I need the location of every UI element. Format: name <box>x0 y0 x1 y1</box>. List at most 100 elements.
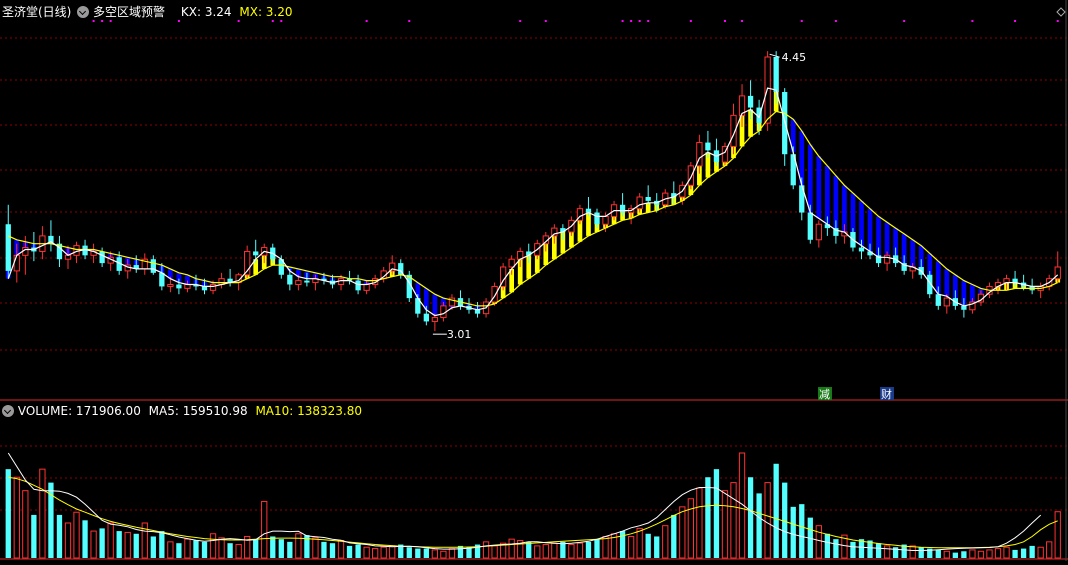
restore-diamond-icon[interactable] <box>1056 7 1066 17</box>
volume-bar-down <box>961 551 967 558</box>
candle-body-up <box>431 317 439 322</box>
volume-bar-up <box>13 476 20 559</box>
kline-chart-window: 4.45 3.01 减 财 圣济堂(日线) 多空区域预警 KX: 3.24 MX: 3… <box>0 0 1068 561</box>
volume-panel-header: VOLUME: 171906.00 MA5: 159510.98 MA10: 1… <box>2 404 362 418</box>
top-marker-dot <box>237 20 240 22</box>
volume-bar-down <box>415 548 421 558</box>
volume-bar-down <box>287 541 293 558</box>
volume-bar-down <box>756 493 762 558</box>
kx-value: KX: 3.24 <box>180 5 232 19</box>
stock-name: 圣济堂(日线) <box>2 5 72 19</box>
volume-bar-up <box>235 544 242 559</box>
volume-bar-up <box>636 527 643 559</box>
volume-bar-up <box>568 544 575 559</box>
volume-bar-up <box>662 525 669 559</box>
top-marker-dot <box>621 20 624 22</box>
event-flag-label: 财 <box>881 387 892 401</box>
volume-bar-up <box>431 549 439 559</box>
volume-ma10-line <box>8 476 1058 549</box>
volume-bar-down <box>329 543 336 558</box>
top-marker-row <box>92 20 1059 22</box>
volume-bar-down <box>875 543 882 558</box>
volume-bar-up <box>551 542 558 559</box>
volume-bar-down <box>1020 548 1027 558</box>
volume-bar-down <box>773 463 779 558</box>
volume-bar-up <box>721 490 729 559</box>
candle-body-down <box>287 274 293 285</box>
volume-bar-down <box>833 539 839 558</box>
candle-body-up <box>883 254 891 264</box>
top-marker-dot <box>638 20 641 22</box>
candle-body-down <box>5 224 11 271</box>
volume-bar-up <box>687 498 694 559</box>
candle-body-up <box>943 297 950 307</box>
indicator-name[interactable]: 多空区域预警 <box>93 5 165 19</box>
volume-bar-down <box>918 547 924 558</box>
ma10-value: MA10: 138323.80 <box>255 404 363 418</box>
top-marker-dot <box>630 20 633 22</box>
high-price-label: 4.45 <box>782 51 807 64</box>
volume-bar-down <box>133 533 139 558</box>
price-panel-header: 圣济堂(日线) 多空区域预警 KX: 3.24 MX: 3.20 <box>2 3 293 20</box>
candle-body-down <box>807 212 813 240</box>
volume-bar-down <box>278 539 284 558</box>
volume-bar-up <box>107 522 114 559</box>
volume-bar-down <box>671 514 677 558</box>
volume-bar-up <box>696 487 703 559</box>
top-marker-dot <box>408 20 411 22</box>
volume-bar-up <box>312 537 319 559</box>
top-marker-dot <box>1056 20 1059 22</box>
volume-bar-down <box>799 504 805 558</box>
top-marker-dot <box>544 20 547 22</box>
top-marker-dot <box>365 20 368 22</box>
top-marker-dot <box>971 20 974 22</box>
top-marker-dot <box>741 20 744 22</box>
candle-body-down <box>705 142 711 151</box>
volume-bar-down <box>1029 545 1035 558</box>
volume-bar-up <box>218 537 225 559</box>
candle-body-up <box>13 254 20 272</box>
kx-mx-lines <box>7 87 1059 317</box>
volume-bar-down <box>116 531 122 558</box>
volume-bar-up <box>363 546 370 559</box>
volume-bar-up <box>1054 511 1061 559</box>
volume-menu-icon[interactable] <box>2 405 14 417</box>
top-marker-dot <box>647 20 650 22</box>
candle-body-up <box>551 227 558 237</box>
indicator-menu-icon[interactable] <box>77 6 90 18</box>
volume-bar-up <box>22 490 29 559</box>
top-marker-dot <box>101 20 104 22</box>
candle-body-up <box>815 223 822 241</box>
volume-bar-up <box>482 541 490 559</box>
top-marker-dot <box>800 20 803 22</box>
mx-line <box>8 110 1058 307</box>
candle-body-down <box>150 259 156 273</box>
volume-bar-up <box>730 482 737 559</box>
volume-bar-up <box>764 482 771 559</box>
event-flag-label: 减 <box>819 388 830 401</box>
top-marker-dot <box>519 20 522 22</box>
volume-bar-up <box>73 511 80 559</box>
volume-bar-down <box>406 547 412 558</box>
volume-bar-down <box>176 543 182 558</box>
mx-value: MX: 3.20 <box>239 5 293 19</box>
candle-body-down <box>201 286 208 291</box>
volume-bar-down <box>645 533 651 558</box>
top-marker-dot <box>903 20 906 22</box>
candle-body-down <box>747 95 754 108</box>
volume-bar-up <box>977 550 985 559</box>
volume-bar-down <box>654 536 660 558</box>
volume-bar-up <box>184 538 191 559</box>
volume-bar-up <box>90 530 97 559</box>
volume-bar-down <box>193 540 199 558</box>
candle-body-down <box>773 57 779 92</box>
kx-line <box>7 87 1059 317</box>
volume-bar-down <box>253 539 259 558</box>
volume-bar-up <box>389 545 396 559</box>
top-marker-dot <box>1014 20 1017 22</box>
volume-bar-up <box>261 500 268 559</box>
volume-bar-up <box>627 535 635 559</box>
volume-bar-up <box>440 550 447 559</box>
bull-bear-fill-layer <box>5 88 1061 316</box>
volume-bar-down <box>99 528 105 558</box>
